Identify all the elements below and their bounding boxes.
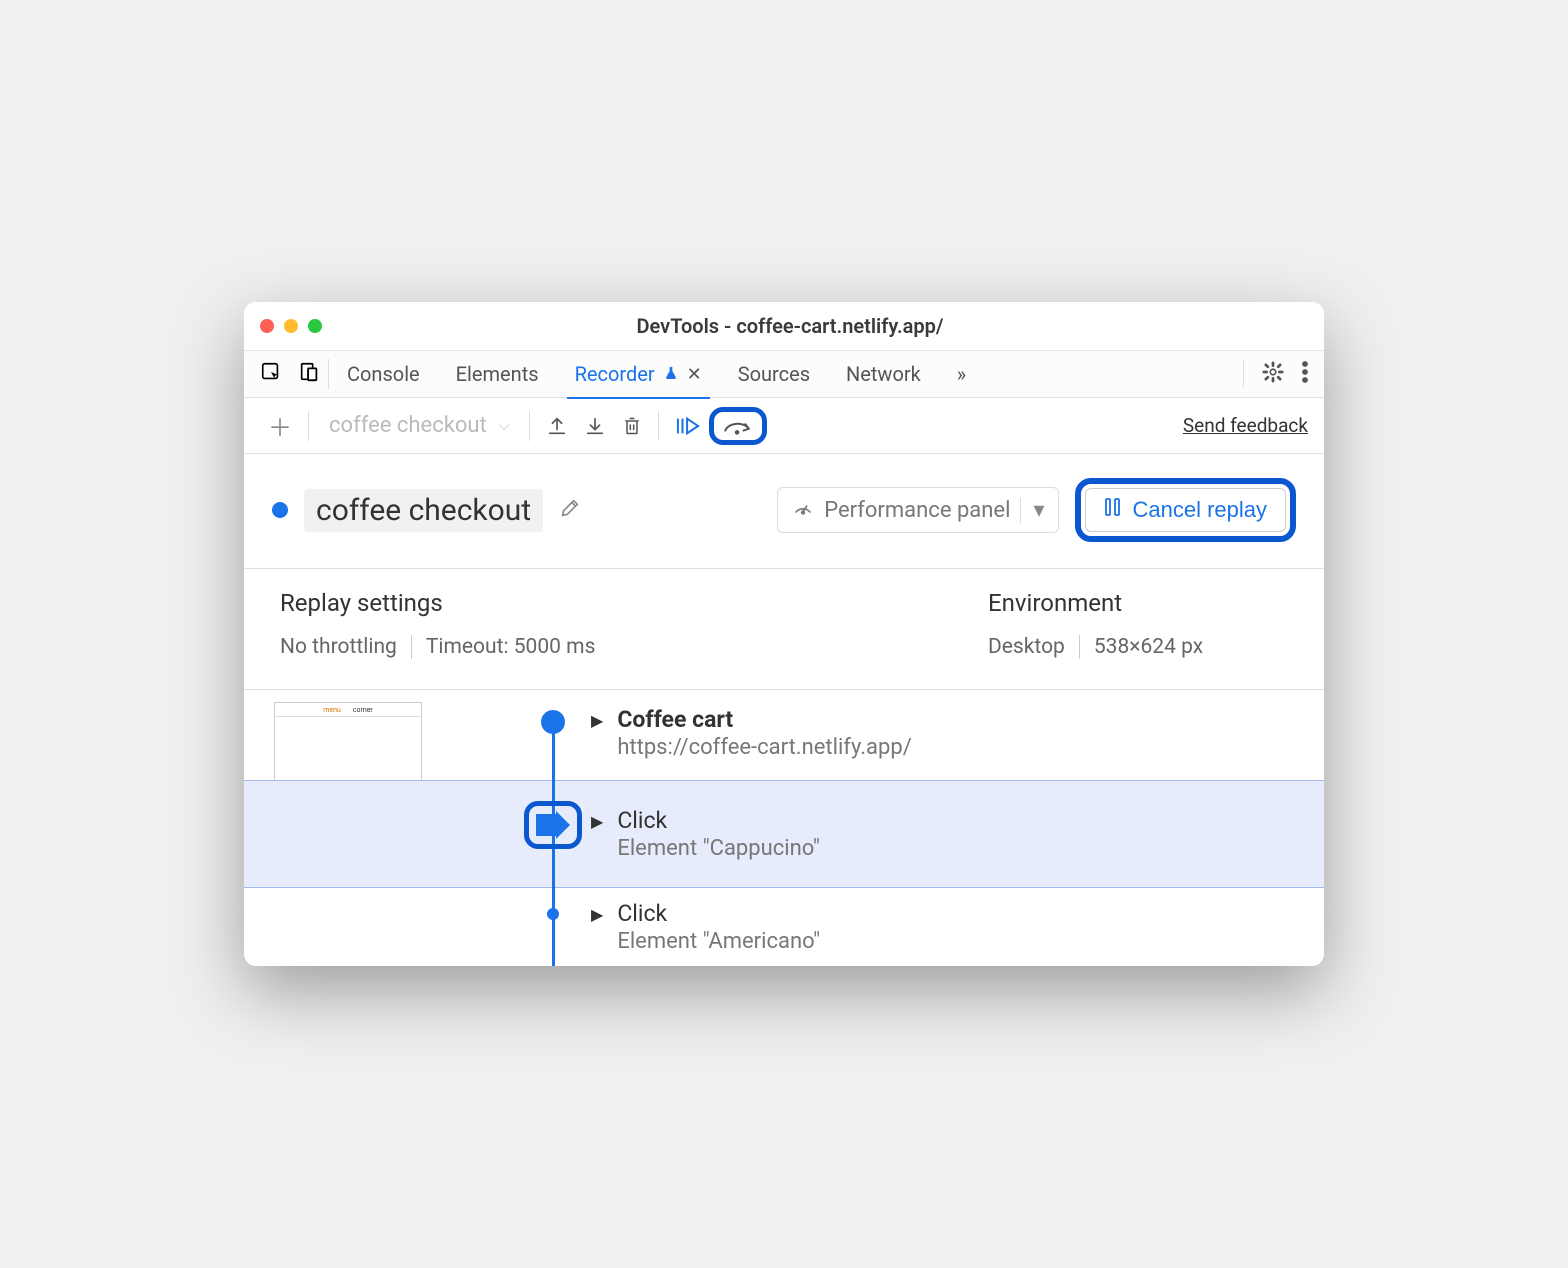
divider <box>308 411 309 441</box>
kebab-menu-icon[interactable] <box>1302 361 1308 387</box>
recording-title[interactable]: coffee checkout <box>304 489 543 532</box>
gear-icon[interactable] <box>1262 361 1284 387</box>
tab-elements[interactable]: Elements <box>438 350 557 398</box>
step-over-highlight <box>709 407 767 445</box>
recording-status-dot <box>272 502 288 518</box>
dimensions-value: 538×624 px <box>1094 635 1203 659</box>
window-title: DevTools - coffee-cart.netlify.app/ <box>322 314 1308 338</box>
divider <box>529 411 530 441</box>
continue-replay-button[interactable] <box>667 411 709 441</box>
inspect-element-icon[interactable] <box>260 361 282 387</box>
divider <box>658 411 659 441</box>
step-row[interactable]: ▶ Coffee cart https://coffee-cart.netlif… <box>244 690 1324 780</box>
step-subtitle: Element "Cappucino" <box>617 836 820 861</box>
close-window-button[interactable] <box>260 319 274 333</box>
current-step-arrow-icon <box>538 814 570 836</box>
traffic-lights <box>260 319 322 333</box>
export-button[interactable] <box>538 411 576 441</box>
cancel-replay-button[interactable]: Cancel replay <box>1085 488 1286 532</box>
environment-heading: Environment <box>988 589 1288 617</box>
edit-icon[interactable] <box>559 497 581 523</box>
current-step-highlight <box>524 801 582 849</box>
tabbar-right <box>1243 361 1308 387</box>
send-feedback-link[interactable]: Send feedback <box>1183 414 1308 437</box>
step-marker-dot <box>547 908 559 920</box>
device-toolbar-icon[interactable] <box>298 361 320 387</box>
settings-row: Replay settings No throttling Timeout: 5… <box>244 569 1324 689</box>
tab-recorder[interactable]: Recorder ✕ <box>557 350 720 398</box>
tab-network[interactable]: Network <box>828 350 939 398</box>
pause-icon <box>1104 497 1122 523</box>
tab-overflow[interactable]: » <box>939 350 984 398</box>
step-title: Coffee cart <box>617 706 911 733</box>
cancel-replay-highlight: Cancel replay <box>1075 478 1296 542</box>
devtools-window: DevTools - coffee-cart.netlify.app/ Cons… <box>244 302 1324 966</box>
throttling-value[interactable]: No throttling <box>280 635 397 659</box>
step-subtitle: Element "Americano" <box>617 929 820 954</box>
device-value: Desktop <box>988 635 1065 659</box>
import-button[interactable] <box>576 411 614 441</box>
disclosure-triangle-icon[interactable]: ▶ <box>591 812 603 831</box>
divider <box>1079 635 1080 659</box>
step-subtitle: https://coffee-cart.netlify.app/ <box>617 735 911 760</box>
recorder-toolbar: ＋ coffee checkout ⌵ Send feedback <box>244 398 1324 454</box>
step-row[interactable]: ▶ Click Element "Americano" <box>244 888 1324 966</box>
step-marker-start <box>541 710 565 734</box>
step-title: Click <box>617 900 820 927</box>
tabs: Console Elements Recorder ✕ Sources Netw… <box>329 350 1243 398</box>
new-recording-button[interactable]: ＋ <box>260 408 300 443</box>
chevron-down-icon: ⌵ <box>499 418 510 434</box>
recording-header: coffee checkout Performance panel ▾ Canc… <box>244 454 1324 568</box>
divider <box>1243 361 1244 387</box>
steps-panel: menucorner Total: $0.00 ▶ Coffee cart ht… <box>244 690 1324 966</box>
replay-settings-heading: Replay settings <box>280 589 988 617</box>
step-title: Click <box>617 807 820 834</box>
inspect-tools <box>260 359 329 389</box>
maximize-window-button[interactable] <box>308 319 322 333</box>
recording-dropdown[interactable]: coffee checkout ⌵ <box>317 413 521 438</box>
chevron-down-icon: ▾ <box>1020 498 1044 523</box>
delete-button[interactable] <box>614 411 650 441</box>
step-over-button[interactable] <box>720 414 756 438</box>
disclosure-triangle-icon[interactable]: ▶ <box>591 711 603 730</box>
gauge-icon <box>792 496 814 524</box>
flask-icon <box>663 362 679 386</box>
tab-console[interactable]: Console <box>329 350 438 398</box>
disclosure-triangle-icon[interactable]: ▶ <box>591 905 603 924</box>
minimize-window-button[interactable] <box>284 319 298 333</box>
titlebar: DevTools - coffee-cart.netlify.app/ <box>244 302 1324 350</box>
tabbar: Console Elements Recorder ✕ Sources Netw… <box>244 350 1324 398</box>
close-tab-icon[interactable]: ✕ <box>687 364 702 385</box>
environment-settings: Environment Desktop 538×624 px <box>988 589 1288 659</box>
timeout-value[interactable]: Timeout: 5000 ms <box>426 635 596 659</box>
tab-sources[interactable]: Sources <box>720 350 828 398</box>
performance-panel-select[interactable]: Performance panel ▾ <box>777 487 1059 533</box>
divider <box>411 635 412 659</box>
replay-settings: Replay settings No throttling Timeout: 5… <box>280 589 988 659</box>
step-row-current[interactable]: ▶ Click Element "Cappucino" <box>244 780 1324 888</box>
